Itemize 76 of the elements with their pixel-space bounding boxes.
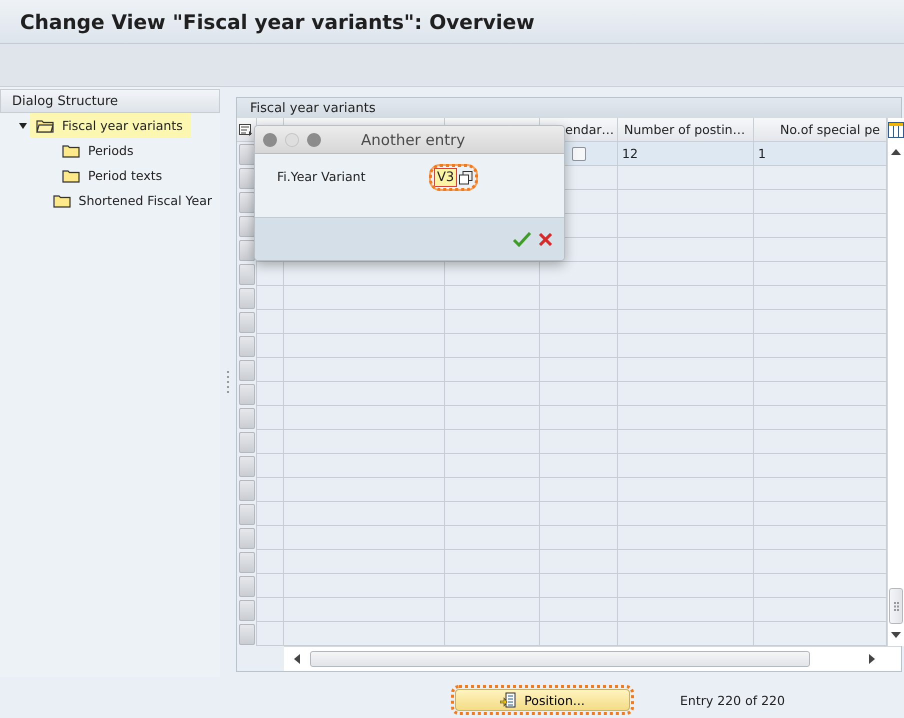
position-icon — [500, 692, 516, 708]
column-header[interactable]: Number of postin… — [618, 118, 754, 142]
row-selector[interactable] — [238, 288, 254, 308]
row-selector[interactable] — [238, 504, 254, 524]
folder-icon — [52, 194, 71, 208]
tree-item[interactable]: Shortened Fiscal Year — [46, 188, 220, 213]
table-cell — [257, 430, 284, 454]
row-selector[interactable] — [238, 384, 254, 404]
row-selector[interactable] — [238, 576, 254, 596]
dialog-title: Another entry — [361, 130, 466, 148]
row-selector[interactable] — [238, 600, 254, 620]
table-cell — [257, 382, 284, 406]
table-cell — [257, 550, 284, 574]
scroll-up-icon[interactable] — [891, 149, 901, 155]
checkbox[interactable] — [572, 146, 586, 160]
horizontal-scrollbar[interactable] — [284, 646, 901, 671]
table-cell — [257, 574, 284, 598]
row-selector[interactable] — [238, 432, 254, 452]
column-header[interactable]: No.of special pe — [754, 118, 887, 142]
row-selector[interactable] — [238, 480, 254, 500]
row-selector[interactable] — [238, 144, 254, 164]
row-selector[interactable] — [238, 624, 254, 644]
row-selector[interactable] — [238, 240, 254, 260]
table-cell — [257, 478, 284, 502]
tree-item[interactable]: Period texts — [56, 163, 170, 188]
table-cell — [257, 526, 284, 550]
table-cell — [257, 334, 284, 358]
scroll-thumb[interactable] — [310, 651, 810, 667]
table-cell — [257, 406, 284, 430]
minimize-icon[interactable] — [285, 132, 299, 146]
row-selector[interactable] — [238, 264, 254, 284]
table-cell — [257, 454, 284, 478]
row-selector[interactable] — [238, 456, 254, 476]
row-selector[interactable] — [238, 552, 254, 572]
table-cell — [257, 310, 284, 334]
zoom-icon[interactable] — [307, 132, 321, 146]
row-selector[interactable] — [238, 168, 254, 188]
table-cell: 12 — [618, 142, 754, 166]
scroll-left-icon[interactable] — [294, 654, 300, 664]
entry-status: Entry 220 of 220 — [680, 692, 785, 708]
folder-icon — [36, 118, 54, 132]
table-cell: 1 — [754, 142, 887, 166]
scroll-down-icon[interactable] — [891, 632, 901, 638]
scroll-thumb[interactable] — [889, 588, 903, 624]
vertical-scrollbar[interactable] — [887, 118, 904, 646]
row-selector[interactable] — [238, 312, 254, 332]
close-icon[interactable] — [263, 132, 277, 146]
row-selector[interactable] — [238, 528, 254, 548]
row-selector[interactable] — [238, 216, 254, 236]
copy-icon[interactable] — [459, 170, 474, 184]
folder-icon — [62, 168, 80, 182]
tree-item[interactable]: Fiscal year variants — [30, 113, 191, 138]
table-cell — [257, 358, 284, 382]
field-label: Fi.Year Variant — [277, 169, 367, 184]
table-title: Fiscal year variants — [237, 98, 901, 118]
row-selector[interactable] — [238, 336, 254, 356]
row-selector[interactable] — [238, 360, 254, 380]
table-cell — [257, 262, 284, 286]
table-cell — [257, 502, 284, 526]
column-chooser-icon[interactable] — [888, 122, 904, 138]
folder-icon — [62, 144, 80, 158]
variant-field[interactable]: V3 — [431, 166, 476, 189]
table-cell — [257, 622, 284, 646]
table-cell — [257, 286, 284, 310]
table-cell — [257, 598, 284, 622]
window-title: Change View "Fiscal year variants": Overview — [20, 10, 535, 34]
row-selector[interactable] — [238, 192, 254, 212]
splitter-handle[interactable] — [226, 371, 230, 393]
cancel-icon[interactable] — [539, 232, 552, 246]
row-selector[interactable] — [238, 408, 254, 428]
panel-header: Dialog Structure — [0, 89, 220, 113]
checkmark-icon[interactable] — [513, 232, 531, 246]
scroll-right-icon[interactable] — [869, 654, 875, 664]
expanded-triangle-icon[interactable] — [19, 122, 27, 130]
table-settings-icon[interactable] — [239, 124, 253, 136]
tree-item[interactable]: Periods — [56, 138, 142, 163]
